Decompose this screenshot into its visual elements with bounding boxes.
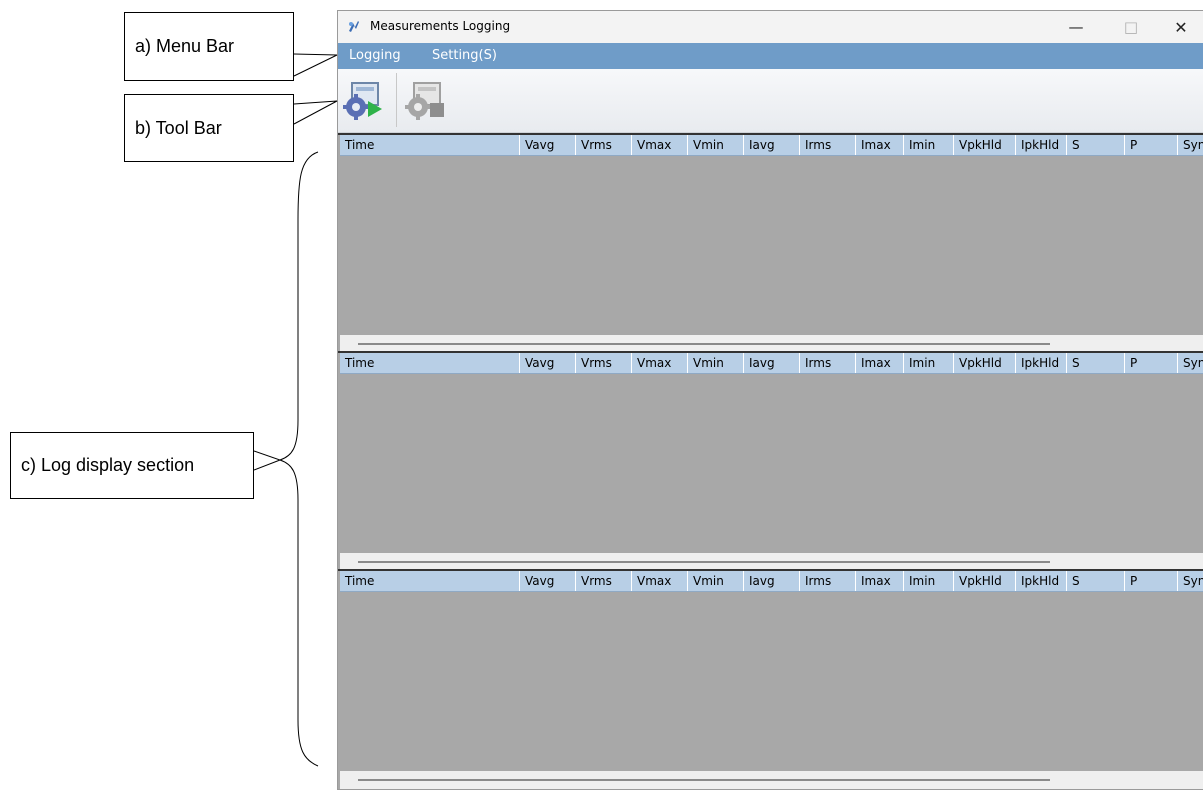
grid-header: Time Vavg Vrms Vmax Vmin Iavg Irms Imax Imin VpkH… [340,571,1203,592]
column-header-iavg[interactable]: Iavg [744,353,800,373]
minimize-button[interactable]: — [1053,11,1099,43]
callout-log-display: c) Log display section [10,432,254,499]
column-header-vmax[interactable]: Vmax [632,571,688,591]
column-header-imax[interactable]: Imax [856,135,904,155]
column-header-vrms[interactable]: Vrms [576,571,632,591]
column-header-time[interactable]: Time [340,135,520,155]
column-header-irms[interactable]: Irms [800,135,856,155]
column-header-imin[interactable]: Imin [904,353,954,373]
column-header-s[interactable]: S [1067,353,1125,373]
column-header-vrms[interactable]: Vrms [576,135,632,155]
column-header-ipkhld[interactable]: IpkHld [1016,571,1067,591]
column-header-p[interactable]: P [1125,571,1178,591]
callout-menu-bar: a) Menu Bar [124,12,294,81]
column-header-imin[interactable]: Imin [904,135,954,155]
column-header-p[interactable]: P [1125,135,1178,155]
app-icon [349,21,359,32]
column-header-syn[interactable]: Syn [1178,353,1203,373]
column-header-imin[interactable]: Imin [904,571,954,591]
gear-play-icon[interactable] [342,77,388,123]
column-header-vavg[interactable]: Vavg [520,571,576,591]
column-header-imax[interactable]: Imax [856,571,904,591]
column-header-irms[interactable]: Irms [800,353,856,373]
column-header-ipkhld[interactable]: IpkHld [1016,353,1067,373]
column-header-vmax[interactable]: Vmax [632,135,688,155]
column-header-iavg[interactable]: Iavg [744,135,800,155]
column-header-ipkhld[interactable]: IpkHld [1016,135,1067,155]
app-window: Measurements Logging — □ ✕ Logging Setti… [337,10,1203,790]
column-header-vpkhld[interactable]: VpkHld [954,353,1016,373]
menu-settings[interactable]: Setting(S) [432,48,497,63]
column-header-vmin[interactable]: Vmin [688,135,744,155]
column-header-time[interactable]: Time [340,571,520,591]
column-header-s[interactable]: S [1067,571,1125,591]
grid-header: Time Vavg Vrms Vmax Vmin Iavg Irms Imax Imin VpkH… [340,135,1203,156]
log-grid-3[interactable]: Time Vavg Vrms Vmax Vmin Iavg Irms Imax Imin VpkH… [338,569,1203,789]
horizontal-scrollbar[interactable] [340,771,1203,789]
callout-tool-bar: b) Tool Bar [124,94,294,162]
close-button[interactable]: ✕ [1158,11,1203,43]
maximize-button[interactable]: □ [1108,11,1154,43]
column-header-syn[interactable]: Syn [1178,571,1203,591]
log-grid-1[interactable]: Time Vavg Vrms Vmax Vmin Iavg Irms Imax Imin VpkH… [338,133,1203,353]
menu-logging[interactable]: Logging [349,48,401,63]
log-grid-2[interactable]: Time Vavg Vrms Vmax Vmin Iavg Irms Imax Imin VpkH… [338,351,1203,571]
grid-header: Time Vavg Vrms Vmax Vmin Iavg Irms Imax Imin VpkH… [340,353,1203,374]
column-header-vrms[interactable]: Vrms [576,353,632,373]
column-header-syn[interactable]: Syn [1178,135,1203,155]
gear-stop-icon[interactable] [404,77,450,123]
menu-bar: Logging Setting(S) [338,43,1203,69]
title-bar: Measurements Logging — □ ✕ [338,11,1203,43]
column-header-vmin[interactable]: Vmin [688,353,744,373]
column-header-vavg[interactable]: Vavg [520,135,576,155]
column-header-imax[interactable]: Imax [856,353,904,373]
column-header-time[interactable]: Time [340,353,520,373]
column-header-iavg[interactable]: Iavg [744,571,800,591]
toolbar-separator [396,73,397,127]
column-header-irms[interactable]: Irms [800,571,856,591]
column-header-vmax[interactable]: Vmax [632,353,688,373]
column-header-p[interactable]: P [1125,353,1178,373]
column-header-vpkhld[interactable]: VpkHld [954,135,1016,155]
column-header-vpkhld[interactable]: VpkHld [954,571,1016,591]
column-header-s[interactable]: S [1067,135,1125,155]
scrollbar-thumb[interactable] [358,561,1050,563]
scrollbar-thumb[interactable] [358,779,1050,781]
column-header-vavg[interactable]: Vavg [520,353,576,373]
scrollbar-thumb[interactable] [358,343,1050,345]
column-header-vmin[interactable]: Vmin [688,571,744,591]
tool-bar [338,69,1203,133]
window-title: Measurements Logging [370,19,511,33]
